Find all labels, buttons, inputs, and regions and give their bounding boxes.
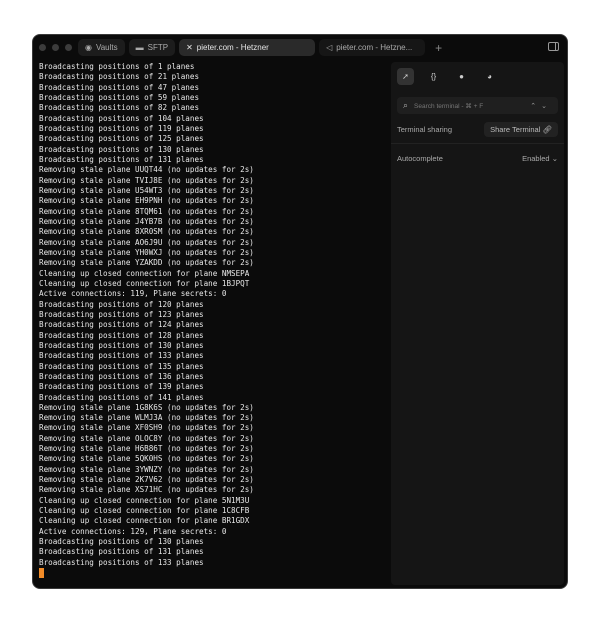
- terminal-line: Removing stale plane WLMJ3A (no updates …: [39, 413, 254, 423]
- toggle-sidebar-icon[interactable]: [548, 42, 559, 51]
- terminal-line: Removing stale plane 2K7V62 (no updates …: [39, 475, 254, 485]
- terminal-line: Broadcasting positions of 131 planes: [39, 547, 204, 557]
- terminal-line: Broadcasting positions of 120 planes: [39, 299, 204, 309]
- terminal-line: Removing stale plane YH0WXJ (no updates …: [39, 247, 254, 257]
- terminal-line: Removing stale plane U54WT3 (no updates …: [39, 185, 254, 195]
- terminal-line: Removing stale plane OLOC8Y (no updates …: [39, 433, 254, 443]
- palette-icon[interactable]: ◕: [481, 68, 498, 85]
- chevron-down-icon: ⌄: [551, 153, 558, 163]
- terminal-line: Broadcasting positions of 136 planes: [39, 371, 204, 381]
- terminal-line: Removing stale plane 8XR0SM (no updates …: [39, 227, 254, 237]
- terminal-line: Cleaning up closed connection for plane …: [39, 506, 250, 516]
- terminal-line: Removing stale plane 1G8K6S (no updates …: [39, 402, 254, 412]
- tab-hetzner-active[interactable]: ✕ pieter.com - Hetzner: [179, 39, 316, 56]
- zoom-window-button[interactable]: [65, 44, 72, 51]
- search-icon: ⌕: [403, 100, 409, 110]
- autocomplete-dropdown[interactable]: Enabled ⌄: [522, 154, 558, 163]
- search-nav-arrows[interactable]: ⌃⌄: [530, 102, 552, 110]
- folder-icon: ▬: [135, 43, 144, 52]
- terminal-line: Broadcasting positions of 141 planes: [39, 392, 204, 402]
- terminal-line: Removing stale plane J4YB7B (no updates …: [39, 216, 254, 226]
- terminal-line: Cleaning up closed connection for plane …: [39, 278, 250, 288]
- terminal-line: Broadcasting positions of 125 planes: [39, 134, 204, 144]
- terminal-line: Broadcasting positions of 119 planes: [39, 123, 204, 133]
- share-terminal-button[interactable]: Share Terminal 🔗︎: [484, 121, 558, 137]
- terminal-line: Broadcasting positions of 21 planes: [39, 72, 200, 82]
- terminal-line: Broadcasting positions of 82 planes: [39, 103, 200, 113]
- terminal-line: Removing stale plane XS71HC (no updates …: [39, 485, 254, 495]
- side-panel: ➚ {} ● ◕ ⌕ Search terminal - ⌘ + F ⌃⌄ Te…: [391, 62, 564, 585]
- tab-vaults[interactable]: ◉ Vaults: [78, 39, 125, 56]
- terminal-line: Removing stale plane YZAKDD (no updates …: [39, 258, 254, 268]
- terminal-line: Broadcasting positions of 128 planes: [39, 330, 204, 340]
- terminal-sharing-label: Terminal sharing: [397, 124, 453, 134]
- terminal-line: Broadcasting positions of 123 planes: [39, 309, 204, 319]
- terminal-line: Broadcasting positions of 133 planes: [39, 351, 204, 361]
- vault-icon: ◉: [85, 43, 92, 52]
- new-tab-button[interactable]: +: [435, 41, 442, 55]
- rocket-icon[interactable]: ➚: [397, 68, 414, 85]
- terminal-window: ◉ Vaults ▬ SFTP ✕ pieter.com - Hetzner ◁ pie…: [32, 34, 568, 589]
- terminal-line: Broadcasting positions of 47 planes: [39, 82, 200, 92]
- terminal-line: Broadcasting positions of 135 planes: [39, 361, 204, 371]
- terminal-line: Removing stale plane TVIJ8E (no updates …: [39, 175, 254, 185]
- terminal-line: Broadcasting positions of 1 planes: [39, 62, 195, 71]
- terminal-line: Broadcasting positions of 124 planes: [39, 320, 204, 330]
- terminal-line: Broadcasting positions of 104 planes: [39, 113, 204, 123]
- terminal-line: Broadcasting positions of 130 planes: [39, 144, 204, 154]
- terminal-line: Removing stale plane 8TQM61 (no updates …: [39, 206, 254, 216]
- search-terminal-input[interactable]: ⌕ Search terminal - ⌘ + F ⌃⌄: [397, 97, 558, 114]
- tab-bar: ◉ Vaults ▬ SFTP ✕ pieter.com - Hetzner ◁ pie…: [33, 35, 567, 60]
- terminal-line: Broadcasting positions of 131 planes: [39, 154, 204, 164]
- terminal-line: Broadcasting positions of 59 planes: [39, 92, 200, 102]
- terminal-line: Broadcasting positions of 130 planes: [39, 537, 204, 547]
- terminal-line: Cleaning up closed connection for plane …: [39, 495, 250, 505]
- terminal-line: Cleaning up closed connection for plane …: [39, 516, 250, 526]
- terminal-line: Removing stale plane 3YWNZY (no updates …: [39, 464, 254, 474]
- terminal-line: Removing stale plane AO6J9U (no updates …: [39, 237, 254, 247]
- terminal-line: Removing stale plane EH9PNH (no updates …: [39, 196, 254, 206]
- close-icon[interactable]: ✕: [186, 43, 193, 52]
- terminal-line: Removing stale plane H6B86T (no updates …: [39, 444, 254, 454]
- terminal-output[interactable]: Broadcasting positions of 1 planes Broadc…: [39, 62, 389, 579]
- terminal-line: Removing stale plane UUQT44 (no updates …: [39, 165, 254, 175]
- tab-hetzner-2[interactable]: ◁ pieter.com - Hetzne...: [319, 39, 426, 56]
- tab-sftp[interactable]: ▬ SFTP: [128, 39, 176, 56]
- close-window-button[interactable]: [39, 44, 46, 51]
- braces-icon[interactable]: {}: [425, 68, 442, 85]
- terminal-line: Active connections: 129, Plane secrets: …: [39, 526, 227, 536]
- terminal-line: Active connections: 119, Plane secrets: …: [39, 289, 227, 299]
- autocomplete-label: Autocomplete: [397, 153, 443, 163]
- link-icon: 🔗︎: [542, 124, 552, 134]
- terminal-icon: ◁: [326, 43, 333, 52]
- terminal-line: Broadcasting positions of 133 planes: [39, 557, 204, 567]
- terminal-line: Broadcasting positions of 139 planes: [39, 382, 204, 392]
- prompt-line: [39, 568, 389, 579]
- terminal-line: Cleaning up closed connection for plane …: [39, 268, 250, 278]
- terminal-line: Broadcasting positions of 130 planes: [39, 340, 204, 350]
- terminal-cursor: [39, 568, 44, 579]
- minimize-window-button[interactable]: [52, 44, 59, 51]
- terminal-line: Removing stale plane 5QK0HS (no updates …: [39, 454, 254, 464]
- history-icon[interactable]: ●: [453, 68, 470, 85]
- terminal-line: Removing stale plane XF0SH9 (no updates …: [39, 423, 254, 433]
